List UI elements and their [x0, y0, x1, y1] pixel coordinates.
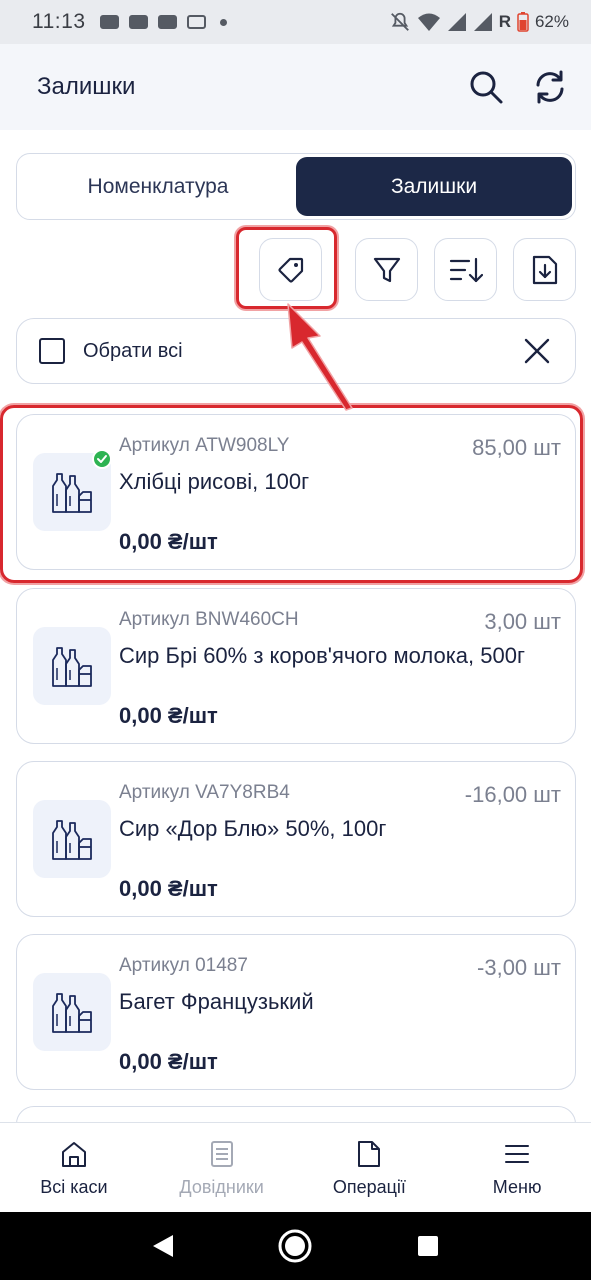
- roaming-indicator: R: [498, 12, 511, 31]
- product-price: 0,00 ₴/шт: [119, 703, 218, 728]
- download-icon: [532, 255, 557, 284]
- notification-icon: [157, 15, 177, 29]
- product-image: [33, 973, 111, 1051]
- system-nav-bar: [0, 1212, 591, 1280]
- sync-icon: [536, 70, 564, 104]
- product-price: 0,00 ₴/шт: [119, 1049, 218, 1074]
- bottom-nav: Всі каси Довідники Операції Меню: [0, 1122, 591, 1212]
- tab-nomenclature[interactable]: Номенклатура: [20, 157, 296, 216]
- nav-operations[interactable]: Операції: [296, 1123, 444, 1212]
- product-image: [33, 627, 111, 705]
- nav-label: Меню: [492, 1177, 542, 1197]
- grocery-icon: [52, 993, 92, 1033]
- document-icon: [358, 1141, 381, 1167]
- nav-directories[interactable]: Довідники: [148, 1123, 296, 1212]
- back-icon[interactable]: [151, 1233, 175, 1259]
- status-bar: 11:13 R 62%: [0, 0, 591, 44]
- app-header: Залишки: [0, 44, 591, 130]
- annotation-arrow-icon: [287, 303, 353, 411]
- product-image: [33, 800, 111, 878]
- nav-menu[interactable]: Меню: [443, 1123, 591, 1212]
- export-button[interactable]: [513, 238, 576, 301]
- product-name: Сир «Дор Блю» 50%, 100г: [119, 816, 387, 841]
- search-button[interactable]: [467, 68, 505, 106]
- product-sku: Артикул 01487: [119, 955, 248, 976]
- battery-icon: [517, 12, 529, 32]
- sort-icon: [449, 257, 483, 282]
- product-name: Багет Французький: [119, 989, 314, 1014]
- home-circle-icon[interactable]: [277, 1228, 313, 1264]
- annotation-highlight: [0, 405, 583, 583]
- page-title: Залишки: [37, 73, 136, 100]
- directory-icon: [210, 1141, 233, 1167]
- product-qty: 3,00 шт: [484, 609, 561, 634]
- grocery-icon: [52, 647, 92, 687]
- notification-icon: [128, 15, 148, 29]
- nav-label: Всі каси: [40, 1177, 108, 1197]
- nav-all-registers[interactable]: Всі каси: [0, 1123, 148, 1212]
- status-right: R 62%: [389, 11, 569, 33]
- mute-icon: [390, 12, 409, 31]
- more-dot-icon: [219, 18, 227, 26]
- clear-selection-button[interactable]: [521, 335, 553, 367]
- status-time: 11:13: [32, 10, 86, 33]
- view-tabs: Номенклатура Залишки: [16, 153, 576, 220]
- grocery-icon: [52, 820, 92, 860]
- product-sku: Артикул BNW460CH: [119, 609, 299, 630]
- notification-icon: [99, 15, 119, 29]
- close-icon: [524, 338, 550, 364]
- calendar-icon: [186, 15, 206, 29]
- filter-button[interactable]: [355, 238, 418, 301]
- signal-icon: [447, 13, 466, 31]
- select-all-label: Обрати всі: [83, 339, 183, 362]
- tab-stock[interactable]: Залишки: [296, 157, 572, 216]
- product-card[interactable]: Артикул VA7Y8RB4 -16,00 шт Сир «Дор Блю»…: [16, 761, 576, 917]
- filter-icon: [373, 257, 400, 282]
- product-sku: Артикул VA7Y8RB4: [119, 782, 290, 803]
- product-card[interactable]: Артикул 01487 -3,00 шт Багет Французький…: [16, 934, 576, 1090]
- product-qty: -16,00 шт: [464, 782, 561, 807]
- search-icon: [470, 71, 503, 104]
- wifi-icon: [417, 13, 440, 31]
- product-name: Сир Брі 60% з коров'ячого молока, 500г: [119, 643, 526, 668]
- select-all-checkbox[interactable]: [39, 338, 65, 364]
- product-qty: -3,00 шт: [477, 955, 561, 980]
- menu-icon: [505, 1145, 530, 1163]
- product-price: 0,00 ₴/шт: [119, 876, 218, 901]
- signal-icon: [473, 13, 492, 31]
- product-card[interactable]: Артикул BNW460CH 3,00 шт Сир Брі 60% з к…: [16, 588, 576, 744]
- battery-percent: 62%: [534, 12, 569, 31]
- sort-button[interactable]: [434, 238, 497, 301]
- recents-icon[interactable]: [416, 1234, 440, 1258]
- home-icon: [61, 1142, 86, 1167]
- nav-label: Довідники: [179, 1177, 264, 1197]
- nav-label: Операції: [332, 1177, 406, 1197]
- notification-icons: [99, 15, 227, 29]
- sync-button[interactable]: [531, 68, 569, 106]
